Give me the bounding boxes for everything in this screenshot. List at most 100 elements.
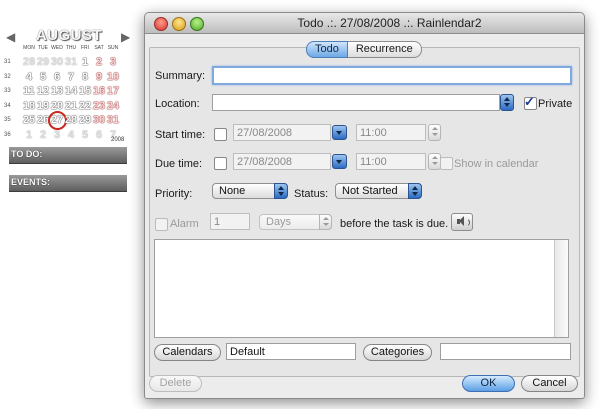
week-number: 34 — [4, 102, 11, 109]
calendar-day[interactable]: 30 — [92, 114, 106, 126]
calendar-day[interactable]: 20 — [50, 100, 64, 112]
start-clock-input[interactable] — [356, 124, 426, 141]
minimize-window-icon[interactable] — [172, 17, 186, 31]
start-time-checkbox[interactable] — [214, 128, 227, 141]
ok-button[interactable]: OK — [462, 375, 515, 392]
calendar-day[interactable]: 6 — [50, 71, 64, 83]
delete-button[interactable]: Delete — [149, 375, 202, 392]
status-selected-value: Not Started — [342, 185, 398, 197]
alarm-sound-icon[interactable] — [451, 213, 473, 231]
tab-todo[interactable]: Todo — [306, 41, 348, 58]
calendar-day[interactable]: 4 — [22, 71, 36, 83]
due-clock-input[interactable] — [356, 153, 426, 170]
calendar-day[interactable]: 7 — [64, 71, 78, 83]
window-titlebar[interactable]: Todo .:. 27/08/2008 .:. Rainlendar2 — [145, 13, 584, 34]
events-list-header[interactable]: EVENTS: — [9, 175, 127, 192]
location-input[interactable] — [212, 94, 500, 111]
calendar-day[interactable]: 29 — [36, 56, 50, 68]
alarm-suffix-label: before the task is due. — [340, 218, 449, 230]
zoom-window-icon[interactable] — [190, 17, 204, 31]
status-dropdown-icon — [408, 183, 422, 199]
priority-label: Priority: — [155, 188, 193, 200]
calendar-day[interactable]: 11 — [22, 85, 36, 97]
calendar-day[interactable]: 28 — [22, 56, 36, 68]
calendar-day[interactable]: 4 — [64, 129, 78, 141]
calendar-day[interactable]: 8 — [78, 71, 92, 83]
due-date-input[interactable] — [233, 153, 331, 170]
calendar-day[interactable]: 30 — [50, 56, 64, 68]
calendar-day[interactable]: 21 — [64, 100, 78, 112]
due-date-picker-icon[interactable] — [332, 154, 347, 169]
calendar-day[interactable]: 3 — [50, 129, 64, 141]
calendar-day[interactable]: 15 — [78, 85, 92, 97]
calendar-month-title: AUGUST — [35, 27, 103, 44]
tab-recurrence[interactable]: Recurrence — [347, 41, 422, 58]
status-select[interactable]: Not Started — [335, 183, 422, 199]
previous-month-icon[interactable]: ◀ — [6, 30, 15, 44]
calendar-grid: 31 28 29 30 31 1 2 3 32 4 5 6 7 8 9 10 3… — [4, 55, 120, 142]
calendars-button[interactable]: Calendars — [154, 344, 221, 361]
calendar-day[interactable]: 28 — [64, 114, 78, 126]
calendar-day[interactable]: 14 — [64, 85, 78, 97]
calendar-day-today[interactable]: 27 — [48, 111, 67, 131]
calendar-day[interactable]: 5 — [36, 71, 50, 83]
calendar-day[interactable]: 22 — [78, 100, 92, 112]
start-date-input[interactable] — [233, 124, 331, 141]
calendar-day[interactable]: 12 — [36, 85, 50, 97]
calendar-day[interactable]: 18 — [22, 100, 36, 112]
calendar-day[interactable]: 2 — [92, 56, 106, 68]
alarm-amount-input[interactable] — [210, 213, 250, 230]
notes-textarea[interactable] — [154, 239, 569, 338]
calendar-day[interactable]: 16 — [92, 85, 106, 97]
location-dropdown-icon[interactable] — [500, 94, 514, 111]
private-label: Private — [538, 98, 573, 110]
due-time-checkbox[interactable] — [214, 157, 227, 170]
calendars-value-input[interactable] — [226, 343, 356, 360]
start-clock-stepper[interactable] — [428, 124, 441, 141]
calendar-day[interactable]: 9 — [92, 71, 106, 83]
alarm-label: Alarm — [170, 218, 199, 230]
categories-value-input[interactable] — [440, 343, 571, 360]
calendar-weekday-header: MON TUE WED THU FRI SAT SUN — [22, 45, 120, 51]
show-in-calendar-checkbox[interactable] — [440, 157, 453, 170]
calendar-day[interactable]: 10 — [106, 71, 120, 83]
cancel-button[interactable]: Cancel — [521, 375, 578, 392]
week-number: 31 — [4, 59, 11, 66]
calendar-day[interactable]: 3 — [106, 56, 120, 68]
calendar-day[interactable]: 13 — [50, 85, 64, 97]
alarm-unit-dropdown-icon — [319, 214, 332, 230]
calendar-week-row: 36 1 2 3 4 5 6 7 — [4, 128, 120, 143]
calendar-day[interactable]: 1 — [78, 56, 92, 68]
alarm-unit-select[interactable]: Days — [259, 214, 332, 230]
calendar-week-row: 33 11 12 13 14 15 16 17 — [4, 84, 120, 99]
private-checkbox[interactable]: ✓ — [524, 94, 537, 110]
calendar-day[interactable]: 25 — [22, 114, 36, 126]
weekday-label: SAT — [94, 45, 104, 51]
location-label: Location: — [155, 98, 200, 110]
calendar-day[interactable]: 6 — [92, 129, 106, 141]
calendar-day[interactable]: 31 — [64, 56, 78, 68]
next-month-icon[interactable]: ▶ — [121, 30, 130, 44]
calendar-day[interactable]: 23 — [92, 100, 106, 112]
calendar-day[interactable]: 29 — [78, 114, 92, 126]
start-time-label: Start time: — [155, 129, 206, 141]
priority-select[interactable]: None — [212, 183, 288, 199]
calendar-day[interactable]: 19 — [36, 100, 50, 112]
calendar-day[interactable]: 31 — [106, 114, 120, 126]
todo-list-header[interactable]: TO DO: — [9, 147, 127, 164]
todo-list-label: TO DO: — [11, 149, 43, 159]
calendar-day[interactable]: 2 — [36, 129, 50, 141]
notes-scrollbar[interactable] — [554, 240, 568, 337]
calendar-day[interactable]: 17 — [106, 85, 120, 97]
calendar-day[interactable]: 24 — [106, 100, 120, 112]
close-window-icon[interactable] — [154, 17, 168, 31]
calendar-day[interactable]: 5 — [78, 129, 92, 141]
priority-dropdown-icon — [274, 183, 288, 199]
calendar-week-row: 31 28 29 30 31 1 2 3 — [4, 55, 120, 70]
start-date-picker-icon[interactable] — [332, 125, 347, 140]
alarm-checkbox[interactable] — [155, 218, 168, 231]
calendar-day[interactable]: 1 — [22, 129, 36, 141]
summary-input[interactable] — [212, 66, 572, 85]
categories-button[interactable]: Categories — [363, 344, 432, 361]
week-number: 36 — [4, 131, 11, 138]
